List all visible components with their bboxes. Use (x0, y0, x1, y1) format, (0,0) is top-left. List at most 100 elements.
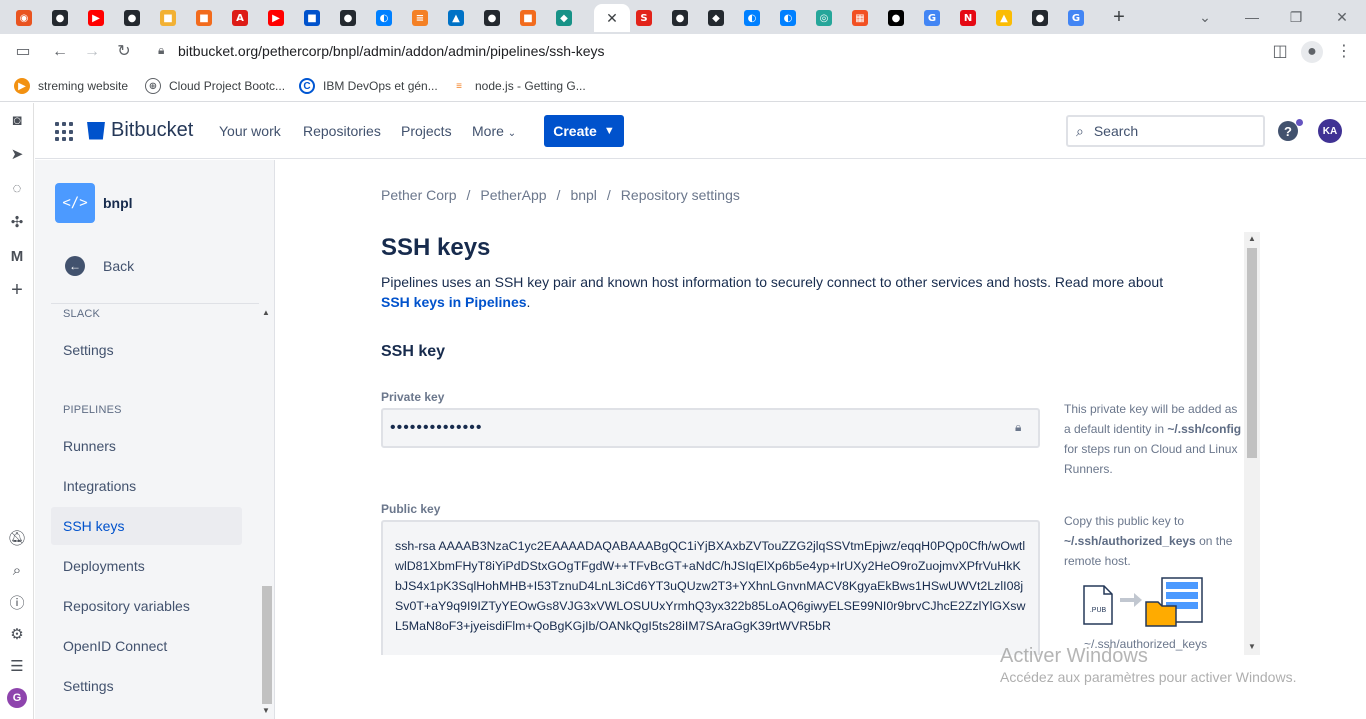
discord-icon[interactable]: ◙ (6, 109, 28, 131)
notifications-off-icon[interactable]: 🔕︎ (6, 527, 28, 549)
browser-tab[interactable]: ▲ (988, 4, 1020, 32)
browser-tab[interactable]: ● (332, 4, 364, 32)
browser-tab[interactable]: ▦ (844, 4, 876, 32)
settings-gear-icon[interactable]: ⚙ (6, 623, 28, 645)
whatsapp-icon[interactable]: ◌ (6, 177, 28, 199)
app-switcher-icon[interactable] (55, 122, 75, 142)
sidebar-item-integrations[interactable]: Integrations (51, 467, 242, 505)
breadcrumb-item[interactable]: bnpl (570, 187, 596, 203)
browser-tab[interactable]: ◉ (8, 4, 40, 32)
search-input[interactable] (1093, 123, 1244, 139)
browser-tab[interactable]: ◆ (548, 4, 580, 32)
scroll-down-arrow-icon[interactable]: ▼ (262, 706, 270, 715)
browser-tab[interactable]: ● (116, 4, 148, 32)
help-icon[interactable]: ? (1278, 121, 1298, 141)
reload-icon[interactable]: ↻ (113, 41, 135, 63)
lock-icon[interactable]: 🔒︎ (158, 43, 164, 58)
new-tab-button[interactable]: + (1108, 6, 1130, 28)
split-view-icon[interactable]: ◫ (1269, 41, 1291, 63)
tab-search-icon[interactable]: ⌄ (1193, 6, 1217, 28)
scrollbar-thumb[interactable] (262, 586, 272, 704)
forward-arrow-icon[interactable]: → (81, 41, 103, 63)
sidebar-item-repository-variables[interactable]: Repository variables (51, 587, 242, 625)
browser-tab[interactable]: N (952, 4, 984, 32)
close-window-button[interactable]: ✕ (1330, 6, 1354, 28)
slack-icon[interactable]: ✣ (6, 211, 28, 233)
user-avatar[interactable]: KA (1318, 119, 1342, 143)
sidebar-item-ssh-keys[interactable]: SSH keys (51, 507, 242, 545)
add-icon[interactable]: + (6, 279, 28, 301)
nav-projects[interactable]: Projects (401, 123, 452, 139)
browser-tab[interactable]: ● (476, 4, 508, 32)
browser-tab[interactable]: ▶ (260, 4, 292, 32)
browser-tab[interactable]: ● (44, 4, 76, 32)
browser-tab[interactable]: ◐ (772, 4, 804, 32)
browser-tab[interactable]: ▲ (440, 4, 472, 32)
browser-tab[interactable]: ■ (296, 4, 328, 32)
bookmark-ibm-devops[interactable]: C IBM DevOps et gén... (299, 76, 438, 96)
angular-icon: A (232, 10, 248, 26)
menu-kebab-icon[interactable]: ⋮ (1333, 41, 1355, 63)
sidebar-item-deployments[interactable]: Deployments (51, 547, 242, 585)
browser-tab[interactable]: ■ (188, 4, 220, 32)
create-button[interactable]: Create ▼ (544, 115, 624, 147)
restore-button[interactable]: ❐ (1284, 6, 1308, 28)
nav-your-work[interactable]: Your work (219, 123, 281, 139)
sidebar-item-pipelines-settings[interactable]: Settings (51, 667, 242, 705)
back-link[interactable]: ← Back (65, 256, 134, 276)
scroll-up-arrow-icon[interactable]: ▲ (1248, 234, 1256, 243)
profile-icon[interactable]: ● (1301, 41, 1323, 63)
browser-tab[interactable]: ● (664, 4, 696, 32)
scrollbar-thumb[interactable] (1247, 248, 1257, 458)
browser-tab[interactable]: G (1060, 4, 1092, 32)
divider (51, 303, 259, 304)
browser-tab[interactable]: ◐ (368, 4, 400, 32)
private-key-field[interactable]: •••••••••••••• (381, 408, 1040, 448)
minimize-button[interactable]: — (1240, 6, 1264, 28)
browser-tab[interactable]: ■ (152, 4, 184, 32)
close-tab-icon[interactable]: ✕ (606, 10, 618, 27)
browser-tab[interactable]: ● (1024, 4, 1056, 32)
nav-more[interactable]: More ⌄ (472, 123, 516, 139)
bookmark-nodejs[interactable]: ≡ node.js - Getting G... (451, 76, 586, 96)
bookmark-streaming[interactable]: ▶ streming website (14, 76, 128, 96)
browser-tab[interactable]: ▶ (80, 4, 112, 32)
telegram-icon[interactable]: ➤ (6, 143, 28, 165)
browser-tab[interactable]: A (224, 4, 256, 32)
gmail-icon[interactable]: M (6, 245, 28, 267)
profile-avatar[interactable]: G (6, 687, 28, 709)
bitbucket-logo[interactable]: Bitbucket (87, 119, 193, 142)
sidebar-item-slack-settings[interactable]: Settings (51, 331, 242, 369)
repo-name[interactable]: bnpl (103, 195, 133, 211)
address-bar[interactable]: bitbucket.org/pethercorp/bnpl/admin/addo… (178, 43, 604, 59)
public-key-field[interactable]: ssh-rsa AAAAB3NzaC1yc2EAAAADAQABAAABgQC1… (381, 520, 1040, 655)
breadcrumb-item[interactable]: Pether Corp (381, 187, 456, 203)
search-box[interactable]: ⌕ (1066, 115, 1265, 147)
browser-tab[interactable]: ◐ (736, 4, 768, 32)
browser-tab[interactable]: ● (880, 4, 912, 32)
browser-tab[interactable]: S (628, 4, 660, 32)
browser-tab[interactable]: ◆ (700, 4, 732, 32)
ssh-keys-docs-link[interactable]: SSH keys in Pipelines (381, 294, 527, 310)
browser-tab[interactable]: G (916, 4, 948, 32)
nav-repositories[interactable]: Repositories (303, 123, 381, 139)
breadcrumb-item[interactable]: Repository settings (621, 187, 740, 203)
sidebar-toggle-icon[interactable]: ▭ (12, 41, 34, 63)
sidebar-item-openid-connect[interactable]: OpenID Connect (51, 627, 242, 665)
list-icon[interactable]: ☰ (6, 655, 28, 677)
sidebar-item-runners[interactable]: Runners (51, 427, 242, 465)
sidebar-scrollbar[interactable]: ▲ ▼ (260, 308, 272, 716)
scroll-down-arrow-icon[interactable]: ▼ (1248, 642, 1256, 651)
help-icon[interactable]: ⓘ (6, 591, 28, 613)
browser-tab[interactable]: ◎ (808, 4, 840, 32)
bookmark-cloud-project[interactable]: ⊕ Cloud Project Bootc... (145, 76, 285, 96)
search-icon[interactable]: ⌕ (6, 559, 28, 581)
content-scrollbar[interactable]: ▲ ▼ (1244, 232, 1260, 655)
browser-tab[interactable]: ≡ (404, 4, 436, 32)
back-arrow-icon[interactable]: ← (49, 41, 71, 63)
browser-tab[interactable]: ■ (512, 4, 544, 32)
breadcrumb-item[interactable]: PetherApp (480, 187, 546, 203)
repo-code-icon[interactable]: </> (55, 183, 95, 223)
active-tab[interactable]: ✕ (594, 4, 630, 32)
scroll-up-arrow-icon[interactable]: ▲ (262, 308, 270, 317)
